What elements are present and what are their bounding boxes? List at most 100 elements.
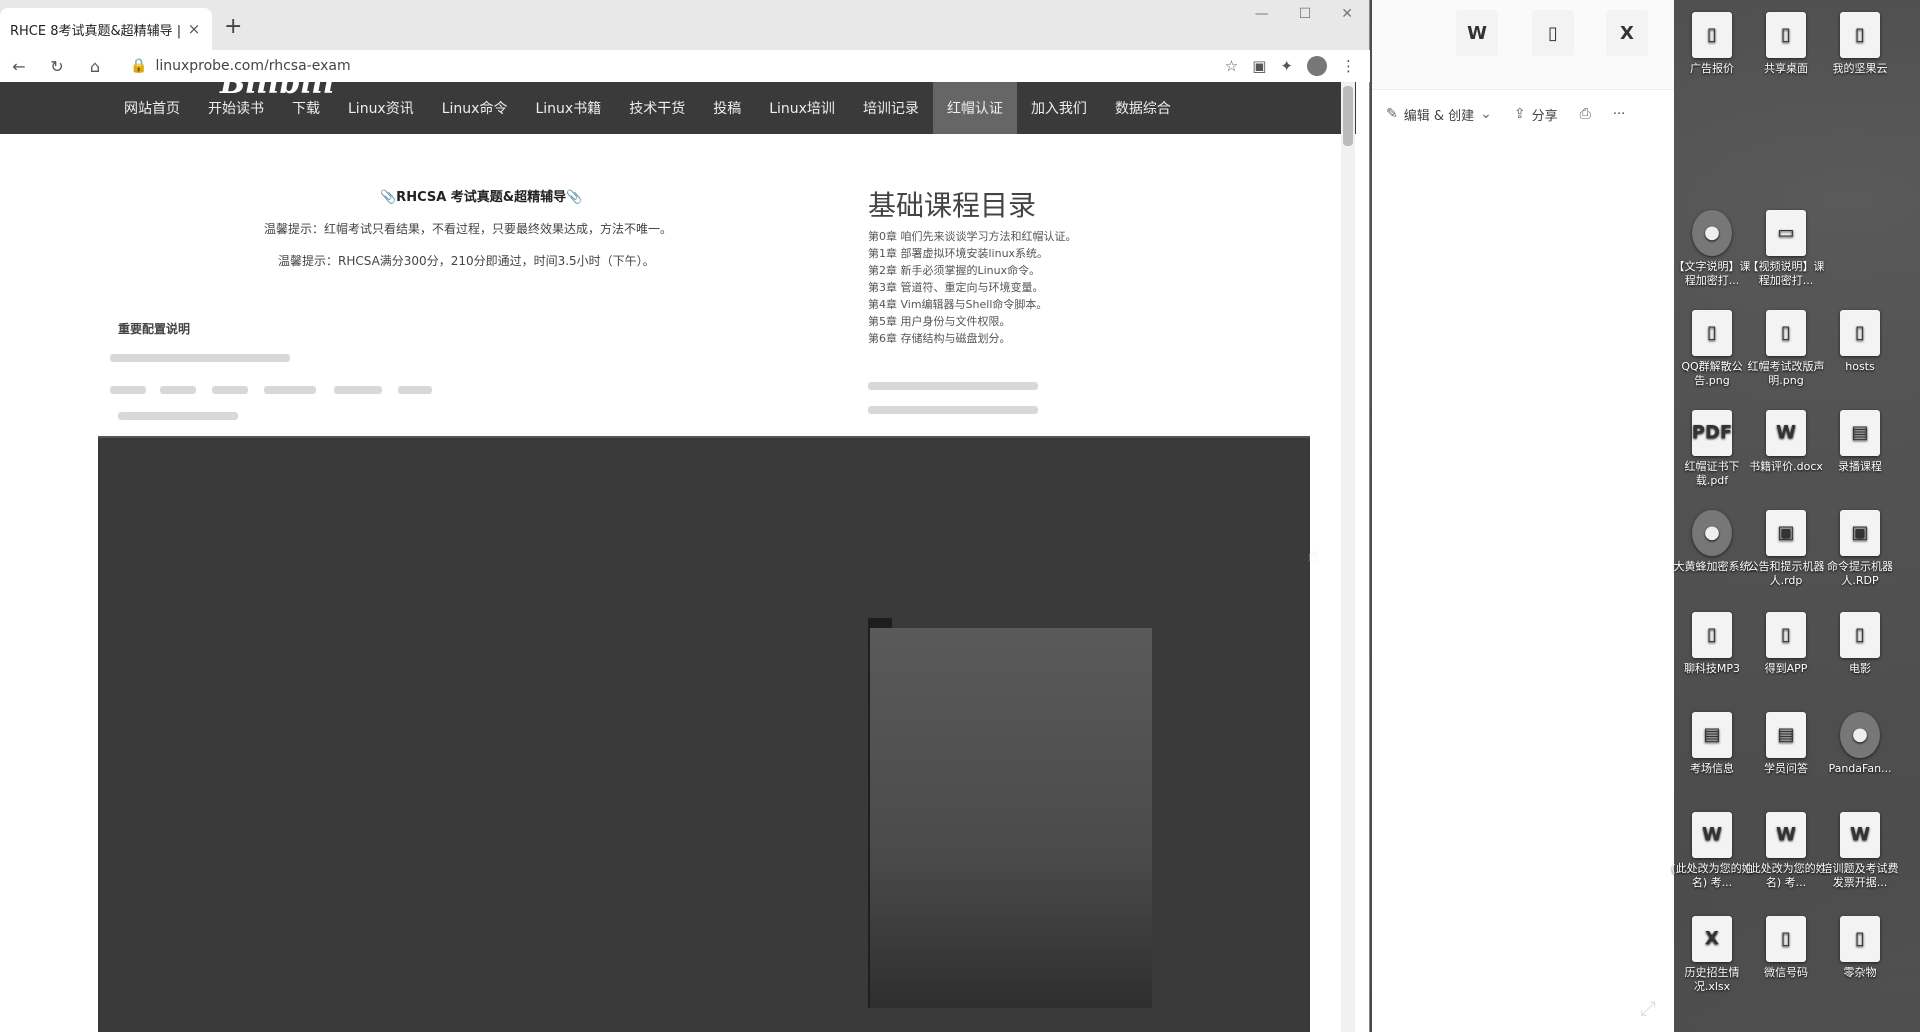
file-icon: ● (1692, 510, 1732, 556)
share-button[interactable]: ⇪ 分享 (1514, 105, 1558, 124)
desktop-icon[interactable]: ▣ 公告和提示机器人.rdp (1744, 510, 1828, 588)
file-icon: ● (1840, 712, 1880, 758)
toc-item[interactable]: 第0章 咱们先来谈谈学习方法和红帽认证。 (868, 228, 1077, 245)
nav-item[interactable]: Linux资讯 (334, 82, 428, 134)
file-icon: ▣ (1766, 510, 1806, 556)
desktop-icon[interactable]: ▤ 学员问答 (1744, 712, 1828, 776)
browser-tab[interactable]: RHCE 8考试真题&超精辅导 | × (0, 8, 212, 50)
toc-item[interactable]: 第3章 管道符、重定向与环境变量。 (868, 279, 1077, 296)
toc-item[interactable]: 第6章 存储结构与磁盘划分。 (868, 330, 1077, 347)
video-player[interactable] (98, 436, 1310, 1032)
share-label: 分享 (1531, 108, 1558, 124)
toc-item[interactable]: 第4章 Vim编辑器与Shell命令脚本。 (868, 296, 1077, 313)
nav-item[interactable]: 网站首页 (110, 82, 194, 134)
desktop-icon[interactable]: ▣ 命令提示机器人.RDP (1818, 510, 1902, 588)
scroll-thumb[interactable] (1343, 86, 1353, 146)
file-icon[interactable]: W (1456, 10, 1498, 56)
home-icon[interactable]: ⌂ (86, 57, 104, 76)
desktop-icon-label: 学员问答 (1764, 762, 1808, 775)
desktop-icon-label: 大黄蜂加密系统 (1673, 560, 1751, 573)
hand-cursor-icon: ☝ (1308, 546, 1318, 565)
nav-item[interactable]: 投稿 (699, 82, 755, 134)
edit-icon: ✎ (1386, 106, 1398, 122)
blurred-text-line (868, 406, 1038, 414)
desktop-icon[interactable]: ▯ 我的坚果云 (1818, 12, 1902, 76)
desktop-icon[interactable]: W 书籍评价.docx (1744, 410, 1828, 474)
desktop-icon[interactable]: ▯ 共享桌面 (1744, 12, 1828, 76)
maximize-icon[interactable]: ☐ (1299, 6, 1312, 22)
desktop-icon[interactable]: ▯ 得到APP (1744, 612, 1828, 676)
file-icon: ▯ (1692, 12, 1732, 58)
edit-create-label: 编辑 & 创建 (1403, 108, 1475, 124)
desktop-icon-label: 【文字说明】课程加密打... (1673, 260, 1751, 287)
menu-icon[interactable]: ⋮ (1341, 57, 1356, 75)
blurred-text-line (398, 386, 432, 394)
print-button[interactable]: ⎙ (1580, 106, 1591, 122)
desktop-icon[interactable]: ▭ 【视频说明】课程加密打... (1744, 210, 1828, 288)
toc-item[interactable]: 第2章 新手必须掌握的Linux命令。 (868, 262, 1077, 279)
file-icon: ▯ (1840, 916, 1880, 962)
nav-item[interactable]: 数据综合 (1101, 82, 1185, 134)
desktop-icon[interactable]: ▯ hosts (1818, 310, 1902, 374)
desktop-icon[interactable]: ● 大黄蜂加密系统 (1670, 510, 1754, 574)
nav-item[interactable]: Linux培训 (755, 82, 849, 134)
back-icon[interactable]: ← (10, 57, 28, 76)
expand-icon[interactable]: ⤢ (1640, 996, 1656, 1020)
new-tab-button[interactable]: + (224, 14, 242, 39)
page-scrollbar[interactable] (1341, 82, 1355, 1032)
chevron-down-icon: ⌄ (1480, 106, 1492, 122)
reload-icon[interactable]: ↻ (48, 57, 66, 76)
address-bar: ← ↻ ⌂ 🔒 linuxprobe.com/rhcsa-exam ☆ ▣ ✦ … (0, 50, 1370, 82)
extension-icon[interactable]: ▣ (1252, 57, 1266, 75)
file-icon: ▯ (1766, 916, 1806, 962)
desktop-icon[interactable]: ▯ QQ群解散公告.png (1670, 310, 1754, 388)
desktop-icon[interactable]: ▯ 电影 (1818, 612, 1902, 676)
desktop-icon[interactable]: PDF 红帽证书下载.pdf (1670, 410, 1754, 488)
blurred-text-line (110, 354, 290, 362)
desktop-icon[interactable]: W (此处改为您的姓名) 考... (1670, 812, 1754, 890)
file-icon[interactable]: ▯ (1532, 10, 1574, 56)
desktop-icon[interactable]: ▯ 微信号码 (1744, 916, 1828, 980)
share-icon: ⇪ (1513, 106, 1526, 122)
toc-item[interactable]: 第1章 部署虚拟环境安装linux系统。 (868, 245, 1077, 262)
nav-item[interactable]: Linux命令 (428, 82, 522, 134)
desktop-icon[interactable]: ▯ 广告报价 (1670, 12, 1754, 76)
bookmark-star-icon[interactable]: ☆ (1225, 57, 1238, 75)
toc-item[interactable]: 第5章 用户身份与文件权限。 (868, 313, 1077, 330)
desktop-icon-label: 零杂物 (1843, 966, 1877, 979)
desktop-icon[interactable]: ▤ 录播课程 (1818, 410, 1902, 474)
blurred-text-line (110, 386, 146, 394)
file-icon: ▤ (1840, 410, 1880, 456)
nav-item[interactable]: 红帽认证 (932, 82, 1017, 134)
desktop-icon-label: 红帽证书下载.pdf (1684, 460, 1740, 487)
file-icon[interactable]: X (1606, 10, 1648, 56)
puzzle-icon[interactable]: ✦ (1280, 57, 1293, 75)
desktop-icon[interactable]: ▯ 零杂物 (1818, 916, 1902, 980)
desktop-icon[interactable]: X 历史招生情况.xlsx (1670, 916, 1754, 994)
nav-item[interactable]: 技术干货 (615, 82, 699, 134)
avatar[interactable] (1307, 56, 1327, 76)
edit-create-button[interactable]: ✎ 编辑 & 创建 ⌄ (1386, 105, 1492, 124)
desktop-icon[interactable]: ● PandaFan... (1818, 712, 1902, 776)
file-icon: ▯ (1840, 612, 1880, 658)
more-button[interactable]: ··· (1613, 107, 1625, 122)
close-window-icon[interactable]: ✕ (1341, 6, 1353, 22)
desktop-icon-label: QQ群解散公告.png (1681, 360, 1743, 387)
nav-item[interactable]: 培训记录 (849, 82, 933, 134)
desktop-icon[interactable]: W 培训题及考试费发票开据... (1818, 812, 1902, 890)
nav-item[interactable]: 加入我们 (1017, 82, 1101, 134)
desktop-icon-label: 广告报价 (1690, 62, 1734, 75)
desktop-icon[interactable]: ● 【文字说明】课程加密打... (1670, 210, 1754, 288)
desktop-icon[interactable]: ▤ 考场信息 (1670, 712, 1754, 776)
tab-close-icon[interactable]: × (186, 20, 202, 38)
desktop-icon[interactable]: W (此处改为您的姓名) 考... (1744, 812, 1828, 890)
desktop-icon-label: 电影 (1849, 662, 1871, 675)
minimize-icon[interactable]: — (1255, 6, 1269, 22)
nav-item[interactable]: Linux书籍 (521, 82, 615, 134)
desktop-icon[interactable]: ▯ 红帽考试改版声明.png (1744, 310, 1828, 388)
file-icon: W (1692, 812, 1732, 858)
desktop-icon[interactable]: ▯ 聊科技MP3 (1670, 612, 1754, 676)
file-icon: ▯ (1692, 310, 1732, 356)
printer-icon: ⎙ (1579, 106, 1591, 122)
blurred-text-line (212, 386, 248, 394)
